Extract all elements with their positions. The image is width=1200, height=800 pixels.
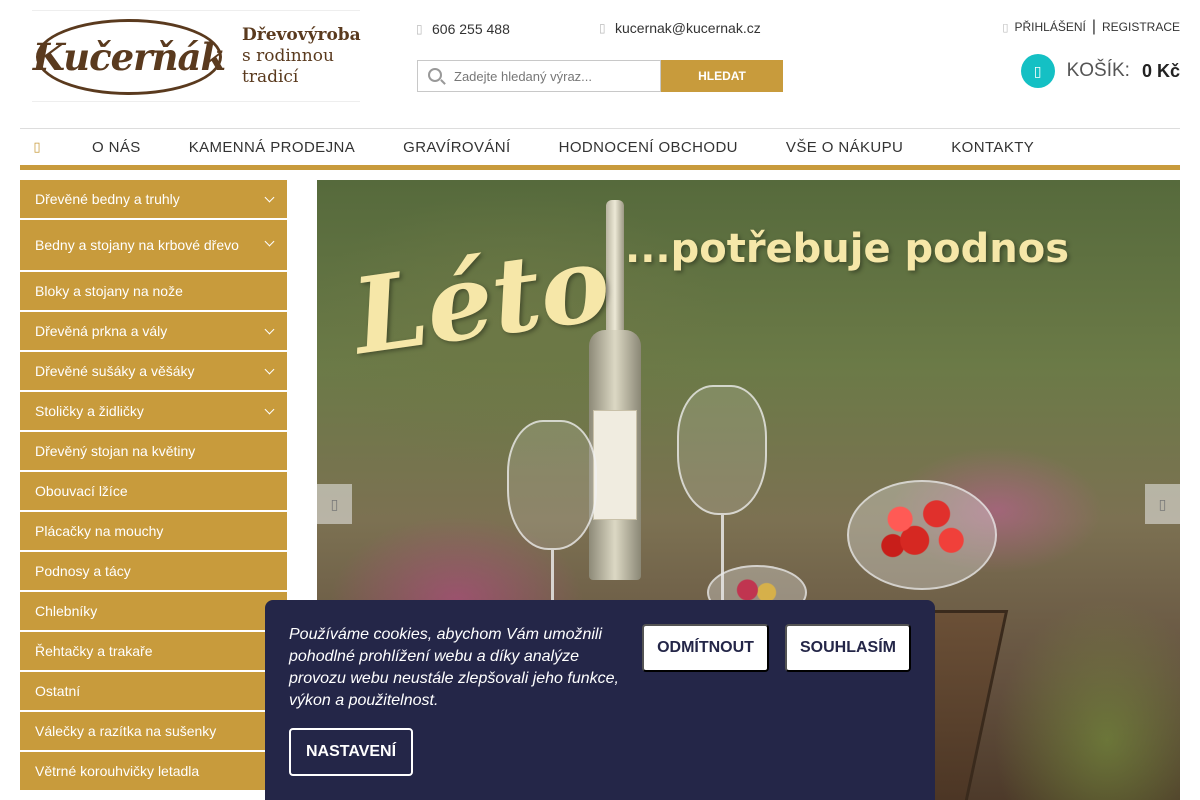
nav-item-shopping-info[interactable]: VŠE O NÁKUPU — [762, 139, 927, 156]
chevron-down-icon[interactable] — [264, 192, 275, 203]
nav-item-store[interactable]: KAMENNÁ PRODEJNA — [165, 139, 379, 156]
chevron-right-icon: ▯ — [1158, 495, 1167, 512]
category-sidebar: Dřevěné bedny a truhly Bedny a stojany n… — [20, 180, 287, 792]
home-icon[interactable]: ▯ — [20, 139, 54, 155]
register-link[interactable]: REGISTRACE — [1102, 20, 1180, 34]
category-item[interactable]: Větrné korouhvičky letadla — [20, 752, 287, 790]
phone-contact[interactable]: ▯ 606 255 488 — [416, 21, 510, 37]
banner-strawberry-bowl — [847, 480, 997, 590]
category-item[interactable]: Bloky a stojany na nože — [20, 272, 287, 310]
category-item[interactable]: Stoličky a židličky — [20, 392, 287, 430]
category-label: Obouvací lžíce — [35, 483, 128, 499]
category-label: Řehtačky a trakaře — [35, 643, 153, 659]
category-item[interactable]: Dřevěná prkna a vály — [20, 312, 287, 350]
category-item[interactable]: Dřevěné bedny a truhly — [20, 180, 287, 218]
category-item[interactable]: Řehtačky a trakaře — [20, 632, 287, 670]
banner-title-script: Léto — [345, 220, 618, 379]
nav-item-engraving[interactable]: GRAVÍROVÁNÍ — [379, 139, 534, 156]
chevron-left-icon: ▯ — [330, 495, 339, 512]
chevron-down-icon[interactable] — [264, 404, 275, 415]
search-icon — [428, 68, 442, 82]
account-links: ▯ PŘIHLÁŠENÍ | REGISTRACE — [1002, 18, 1180, 36]
logo-tagline-line-1: Dřevovýroba — [242, 25, 361, 45]
slider-prev-button[interactable]: ▯ — [317, 484, 352, 524]
account-separator: | — [1091, 18, 1096, 35]
logo-tagline: Dřevovýroba s rodinnou tradicí — [242, 25, 361, 88]
page: Kučerňák Dřevovýroba s rodinnou tradicí … — [0, 0, 1200, 800]
banner-title-text: ...potřebuje podnos — [625, 226, 1070, 272]
logo-tagline-line-2: s rodinnou — [242, 46, 334, 66]
cart-label: KOŠÍK: — [1066, 60, 1130, 81]
category-label: Podnosy a tácy — [35, 563, 131, 579]
search-button[interactable]: HLEDAT — [661, 60, 783, 92]
category-label: Dřevěný stojan na květiny — [35, 443, 196, 459]
nav-item-contacts[interactable]: KONTAKTY — [927, 139, 1058, 156]
envelope-icon: ▯ — [599, 21, 606, 35]
category-label: Větrné korouhvičky letadla — [35, 763, 200, 779]
category-item[interactable]: Ostatní — [20, 672, 287, 710]
search-form: HLEDAT — [417, 60, 783, 92]
chevron-down-icon[interactable] — [264, 324, 275, 335]
logo[interactable]: Kučerňák Dřevovýroba s rodinnou tradicí — [32, 10, 361, 102]
cart-total: 0 Kč — [1141, 60, 1180, 81]
category-label: Stoličky a židličky — [35, 403, 144, 419]
nav-item-about[interactable]: O NÁS — [54, 139, 165, 156]
email-address: kucernak@kucernak.cz — [615, 20, 761, 36]
chevron-down-icon[interactable] — [264, 364, 275, 375]
bottle-label — [593, 410, 637, 520]
user-icon: ▯ — [1002, 21, 1009, 34]
main-nav: ▯ O NÁS KAMENNÁ PRODEJNA GRAVÍROVÁNÍ HOD… — [20, 128, 1180, 170]
category-label: Ostatní — [35, 683, 81, 699]
category-label: Válečky a razítka na sušenky — [35, 723, 217, 739]
cookie-consent-text: Používáme cookies, abychom Vám umožnili … — [289, 626, 619, 709]
cart[interactable]: ▯ KOŠÍK: 0 Kč — [1020, 54, 1180, 88]
phone-number: 606 255 488 — [432, 21, 510, 37]
logo-oval: Kučerňák — [32, 19, 226, 95]
category-item[interactable]: Chlebníky — [20, 592, 287, 630]
category-item[interactable]: Válečky a razítka na sušenky — [20, 712, 287, 750]
cart-icon: ▯ — [1020, 54, 1055, 88]
category-item[interactable]: Dřevěný stojan na květiny — [20, 432, 287, 470]
logo-tagline-line-3: tradicí — [242, 67, 299, 87]
cookie-consent-bar: Používáme cookies, abychom Vám umožnili … — [265, 600, 935, 800]
banner-glass-image — [507, 420, 597, 550]
search-input[interactable] — [454, 61, 654, 91]
email-contact[interactable]: ▯ kucernak@kucernak.cz — [599, 20, 761, 36]
category-label: Chlebníky — [35, 603, 98, 619]
cookie-settings-button[interactable]: NASTAVENÍ — [289, 728, 413, 776]
category-label: Plácačky na mouchy — [35, 523, 164, 539]
category-item[interactable]: Obouvací lžíce — [20, 472, 287, 510]
category-item[interactable]: Plácačky na mouchy — [20, 512, 287, 550]
category-label: Dřevěné bedny a truhly — [35, 191, 180, 207]
phone-icon: ▯ — [416, 22, 423, 36]
category-item[interactable]: Bedny a stojany na krbové dřevo — [20, 220, 287, 270]
category-item[interactable]: Podnosy a tácy — [20, 552, 287, 590]
category-label: Bedny a stojany na krbové dřevo — [35, 237, 239, 253]
category-item[interactable]: Dřevěné sušáky a věšáky — [20, 352, 287, 390]
logo-word: Kučerňák — [32, 35, 226, 79]
category-label: Bloky a stojany na nože — [35, 283, 183, 299]
cookie-reject-button[interactable]: ODMÍTNOUT — [642, 624, 769, 672]
slider-next-button[interactable]: ▯ — [1145, 484, 1180, 524]
nav-item-reviews[interactable]: HODNOCENÍ OBCHODU — [535, 139, 762, 156]
chevron-down-icon[interactable] — [264, 236, 275, 247]
search-field — [417, 60, 661, 92]
category-label: Dřevěné sušáky a věšáky — [35, 363, 195, 379]
login-link[interactable]: PŘIHLÁŠENÍ — [1014, 20, 1085, 34]
cookie-accept-button[interactable]: SOUHLASÍM — [785, 624, 911, 672]
banner-glass-image — [677, 385, 767, 515]
category-label: Dřevěná prkna a vály — [35, 323, 168, 339]
